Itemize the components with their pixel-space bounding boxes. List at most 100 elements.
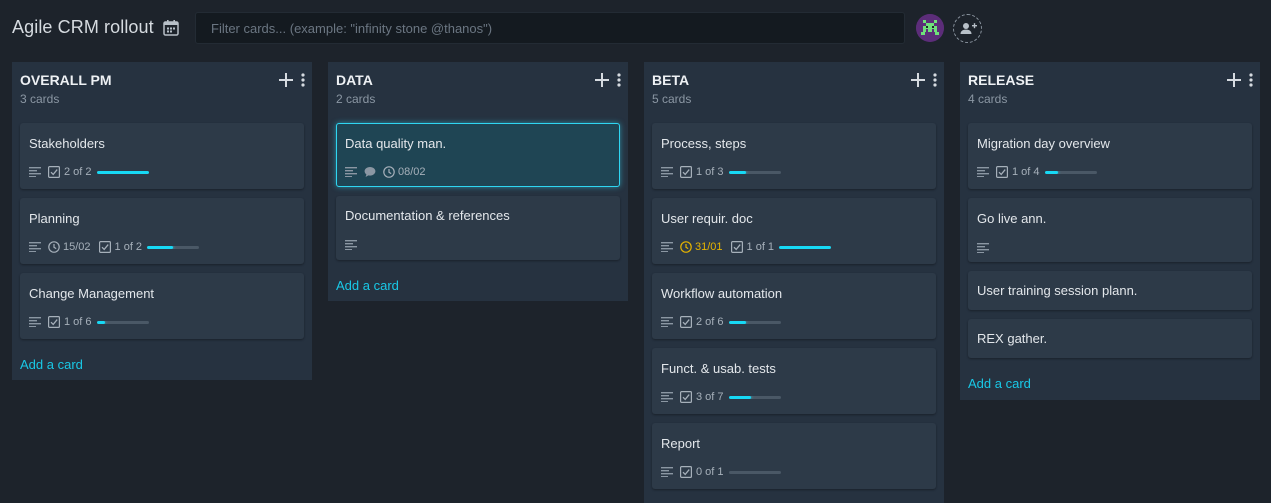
add-card-link[interactable]: Add a card [20,357,83,372]
card-title: Report [661,436,701,451]
card-migration-day[interactable]: Migration day overview 1 of 4 [968,123,1252,189]
clock-icon [680,241,692,253]
card-title: Workflow automation [661,286,783,301]
clock-icon [383,166,395,178]
checklist-progress-fill [1044,170,1058,174]
plus-icon[interactable] [910,72,926,88]
card-title: Planning [29,211,80,226]
card-documentation[interactable]: Documentation & references [336,196,620,260]
due-date: 31/01 [695,241,723,253]
card-report[interactable]: Report 0 of 1 [652,423,936,489]
card-rex-gather[interactable]: REX gather. [968,319,1252,358]
checklist-count: 1 of 1 [746,241,775,253]
checklist-icon [680,466,692,478]
filter-input[interactable] [195,12,905,44]
list-title: OVERALL PM [20,72,112,88]
card-title: Process, steps [661,136,747,151]
checklist-progress-bar [728,395,781,399]
checklist-count: 0 of 1 [696,466,724,478]
list-card-count: 3 cards [20,92,60,106]
description-icon [661,467,673,477]
card-change-management[interactable]: Change Management 1 of 6 [20,273,304,339]
checklist-progress-bar [728,320,781,324]
card-title: Migration day overview [977,136,1110,151]
checklist-icon [680,166,692,178]
checklist-count: 1 of 4 [1012,166,1040,178]
checklist-count: 1 of 2 [114,241,143,253]
card-user-training[interactable]: User training session plann. [968,271,1252,310]
plus-icon[interactable] [594,72,610,88]
description-icon [29,317,41,327]
user-avatar[interactable] [916,14,944,42]
board-header: Agile CRM rollout [0,0,1271,56]
checklist-icon [996,166,1008,178]
checklist-icon [680,391,692,403]
comment-icon [364,166,376,178]
checklist-count: 1 of 6 [64,316,92,328]
card-title: User training session plann. [977,283,1138,298]
description-icon [661,242,673,252]
checklist-progress-bar [779,245,832,249]
list-beta: BETA 5 cards Process, steps 1 of 3 User … [644,62,944,503]
list-card-count: 5 cards [652,92,692,106]
checklist-icon [48,166,60,178]
more-vertical-icon[interactable] [930,72,940,88]
checklist-progress-fill [779,245,832,249]
list-title: BETA [652,72,690,88]
list-title: DATA [336,72,373,88]
card-title: Data quality man. [345,136,447,151]
checklist-progress-bar [728,170,781,174]
checklist-progress-fill [96,170,149,174]
add-card-link[interactable]: Add a card [968,376,1031,391]
checklist-progress-fill [147,245,174,249]
checklist-progress-bar [728,470,781,474]
checklist-icon [680,316,692,328]
list-card-count: 2 cards [336,92,376,106]
checklist-progress-fill [728,395,751,399]
card-functional-tests[interactable]: Funct. & usab. tests 3 of 7 [652,348,936,414]
card-title: Documentation & references [345,208,510,223]
description-icon [29,167,41,177]
card-workflow-automation[interactable]: Workflow automation 2 of 6 [652,273,936,339]
checklist-progress-bar [96,320,149,324]
checklist-progress-bar [96,170,149,174]
clock-icon [48,241,60,253]
checklist-count: 1 of 3 [696,166,724,178]
calendar-icon[interactable] [161,18,181,38]
checklist-count: 3 of 7 [696,391,724,403]
checklist-progress-fill [728,170,746,174]
add-card-link[interactable]: Add a card [336,278,399,293]
checklist-count: 2 of 2 [64,166,92,178]
card-title: Go live ann. [977,211,1047,226]
checklist-progress-bar [1044,170,1097,174]
more-vertical-icon[interactable] [614,72,624,88]
card-title: REX gather. [977,331,1048,346]
card-process-steps[interactable]: Process, steps 1 of 3 [652,123,936,189]
checklist-icon [99,241,111,253]
description-icon [29,242,41,252]
plus-icon[interactable] [1226,72,1242,88]
checklist-progress-fill [728,320,746,324]
description-icon [661,167,673,177]
checklist-progress-bar [147,245,200,249]
list-title: RELEASE [968,72,1035,88]
more-vertical-icon[interactable] [1246,72,1256,88]
card-user-requirements[interactable]: User requir. doc 31/01 1 of 1 [652,198,936,264]
plus-icon[interactable] [278,72,294,88]
card-stakeholders[interactable]: Stakeholders 2 of 2 [20,123,304,189]
due-date: 08/02 [398,166,426,178]
description-icon [345,240,357,250]
due-date: 15/02 [63,241,91,253]
space-invader-avatar-icon [916,14,944,42]
description-icon [661,392,673,402]
add-member-icon [960,23,977,34]
description-icon [977,243,989,253]
description-icon [661,317,673,327]
board-title[interactable]: Agile CRM rollout [12,17,154,38]
card-go-live[interactable]: Go live ann. [968,198,1252,262]
add-member-button[interactable] [953,14,982,43]
card-data-quality[interactable]: Data quality man. 08/02 [336,123,620,187]
card-planning[interactable]: Planning 15/02 1 of 2 [20,198,304,264]
more-vertical-icon[interactable] [298,72,308,88]
card-title: Stakeholders [29,136,105,151]
